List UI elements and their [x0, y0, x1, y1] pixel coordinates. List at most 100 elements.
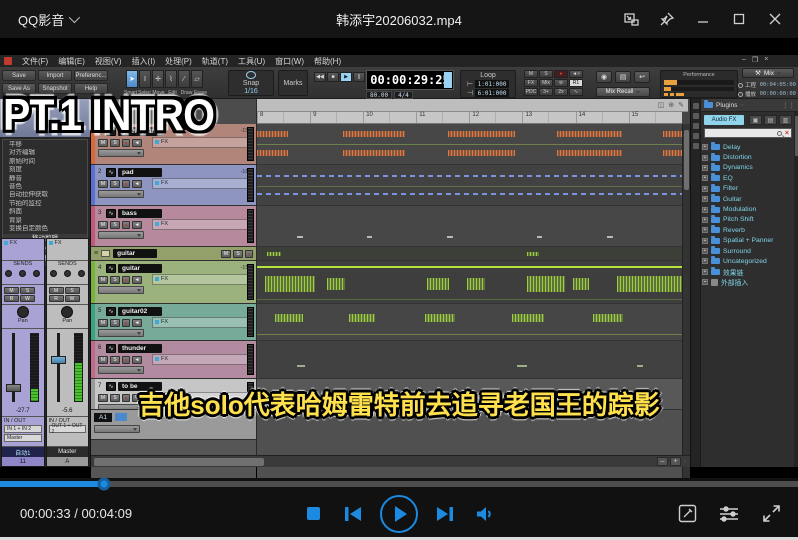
ruler-measure: 9 — [310, 112, 363, 123]
plugin-search-box: × — [704, 128, 792, 138]
fullscreen-button[interactable] — [758, 501, 784, 527]
inspector-menu-item: 刻度 — [3, 166, 87, 174]
track-fx-bin: FX — [152, 317, 253, 328]
ruler-measure: 11 — [416, 112, 469, 123]
workspace-selector: ⚒Mix — [742, 68, 794, 78]
module-button: ⊘ — [554, 79, 568, 87]
meter-value: 4/4 — [394, 91, 413, 99]
waveform-icon: ∿ — [106, 168, 116, 177]
settings-button[interactable] — [716, 501, 742, 527]
track-io-dropdown — [98, 286, 144, 294]
inspector-menu-item: 背景 — [3, 217, 87, 225]
daw-menu-item: 编辑(E) — [58, 56, 85, 67]
browser-mini-button: ▥ — [779, 115, 792, 125]
folder-icon — [711, 269, 720, 275]
track-fx-bin: FX — [152, 219, 253, 230]
volume-icon — [476, 506, 495, 522]
transport-button: ∥ — [353, 72, 365, 82]
video-area[interactable]: 文件(F)编辑(E)视图(V)插入(I)处理(P)轨道(T)工具(U)窗口(W)… — [0, 38, 798, 478]
folder-icon — [711, 248, 720, 254]
performance-module: Performance — [660, 70, 738, 98]
screenshot-icon: ◉ — [596, 71, 612, 83]
daw-window-controls: –❐× — [742, 56, 768, 64]
expand-icon: + — [702, 248, 708, 254]
minimize-button[interactable] — [688, 5, 718, 33]
record-arm-icon — [122, 356, 130, 364]
plugin-category-row: + Surround — [702, 246, 794, 256]
expand-icon: + — [702, 227, 708, 233]
track-meter — [247, 168, 254, 202]
record-arm-icon — [122, 319, 130, 327]
project-info-row: 工程00:04:05:00 — [738, 81, 796, 89]
snap-icon — [246, 71, 256, 79]
pin-button[interactable] — [652, 5, 682, 33]
timeline-ruler: 89101112131415 — [257, 112, 682, 124]
daw-menu-item: 插入(I) — [132, 56, 156, 67]
daw-menu-item: 视图(V) — [95, 56, 122, 67]
module-button: ◄» — [569, 70, 583, 78]
close-button[interactable] — [760, 5, 790, 33]
transport-button: ■ — [327, 72, 339, 82]
module-button: S — [539, 70, 553, 78]
app-menu-button[interactable]: QQ影音 — [18, 10, 77, 29]
audio-fx-filter-button: Audio FX — [704, 115, 744, 125]
undo-icon: ↩ — [634, 71, 650, 83]
ruler-measure: 10 — [363, 112, 416, 123]
daw-menu-item: 文件(F) — [22, 56, 48, 67]
strip-button: S — [20, 287, 35, 294]
marks-module: Marks — [278, 70, 308, 96]
maximize-button[interactable] — [724, 5, 754, 33]
next-button[interactable] — [432, 501, 458, 527]
plugin-category-row: + Pitch Shift — [702, 215, 794, 225]
track-header: 6 ∿ thunder M S ◄ FX — [91, 341, 256, 379]
ruler-measure: 14 — [576, 112, 629, 123]
draw-tool-icon: ∕ — [178, 70, 190, 88]
zoom-out-icon: – — [657, 457, 668, 466]
folder-icon — [711, 227, 720, 233]
track-fx-bin: FX — [152, 354, 253, 365]
toolbox-button[interactable] — [674, 501, 700, 527]
track-io-dropdown — [98, 149, 144, 157]
clear-search-icon: × — [785, 130, 789, 137]
folder-icon — [711, 175, 720, 181]
volume-button[interactable] — [472, 501, 498, 527]
strip-button: S — [65, 287, 80, 294]
track-io-dropdown — [98, 329, 144, 337]
search-icon — [777, 131, 782, 136]
stop-icon — [306, 506, 321, 521]
mini-mode-button[interactable] — [616, 5, 646, 33]
edit-tool-icon: ⌇ — [165, 70, 177, 88]
project-info: 工程00:04:05:00 播放00:00:00:00 — [738, 81, 796, 98]
plugin-category-row: + Modulation — [702, 204, 794, 214]
folder-track-header: ≡ guitar M S — [91, 247, 256, 261]
dock-icon: ◫ — [658, 101, 665, 109]
expand-icon: + — [702, 155, 708, 161]
console-strip-master: FX SENDS MSRW Pan -5.6 — [46, 238, 90, 467]
edit-icon: ✎ — [678, 101, 684, 109]
track-io-dropdown — [98, 231, 144, 239]
daw-arrangement — [257, 124, 682, 478]
plugin-category-row: + Filter — [702, 184, 794, 194]
horizontal-scrollbar: – + — [91, 455, 690, 467]
time-total: 00:04:09 — [81, 506, 132, 521]
console-strip-track: FX SENDS MSRW Pan -27.7 — [1, 238, 45, 467]
stop-button[interactable] — [300, 501, 326, 527]
folder-icon — [101, 250, 110, 257]
waveform-icon: ∿ — [106, 264, 116, 273]
record-arm-icon — [122, 180, 130, 188]
expand-icon: + — [702, 217, 708, 223]
play-button[interactable] — [380, 495, 418, 533]
video-heading-overlay: PT.1 INTRO — [3, 90, 214, 141]
mix-recall-button: Mix Recall — [596, 87, 650, 97]
settings-sliders-icon — [719, 505, 739, 523]
next-icon — [436, 506, 454, 522]
previous-button[interactable] — [340, 501, 366, 527]
app-name: QQ影音 — [18, 10, 64, 29]
record-arm-icon — [122, 276, 130, 284]
expand-icon: + — [702, 165, 708, 171]
folder-icon — [711, 186, 720, 192]
move-tool-icon: ✛ — [152, 70, 164, 88]
player-control-bar: 00:00:33 / 00:04:09 — [0, 478, 798, 540]
select-tool-icon: I — [139, 70, 151, 88]
tab-plugins: Plugins — [716, 102, 737, 109]
